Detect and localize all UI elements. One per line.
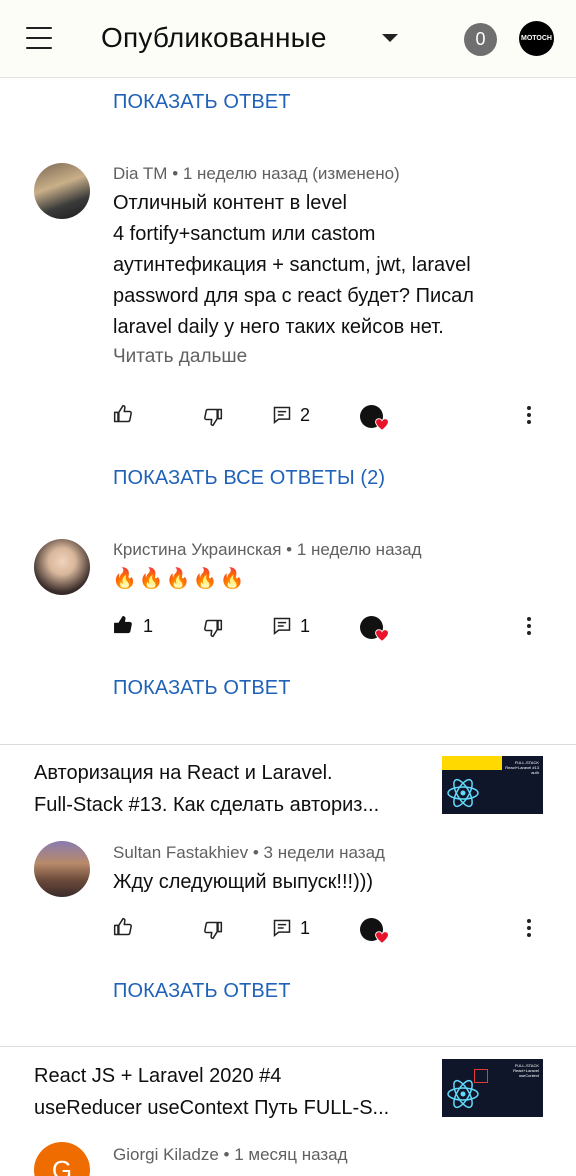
comment-author-meta: Sultan Fastakhiev • 3 недели назад [113,843,385,862]
video-thumbnail[interactable]: FULL-STACK React+Laravel useContext [442,1059,543,1117]
thumbnail-text: FULL-STACK React+Laravel #13 auth [505,760,539,775]
thumbnail-banner [442,756,502,770]
show-reply-link[interactable]: ПОКАЗАТЬ ОТВЕТ [113,677,291,700]
comment-text: Отличный контент в level 4 fortify+sanct… [113,188,533,343]
reply-count: 1 [300,918,311,938]
comment-author-meta: Giorgi Kiladze • 1 месяц назад [113,1145,348,1164]
avatar[interactable] [34,841,90,897]
comment-line: Отличный контент в level [113,192,347,214]
thumbnail-text: FULL-STACK React+Laravel useContext [513,1063,539,1078]
video-title[interactable]: React JS + Laravel 2020 #4 useReducer us… [34,1060,424,1124]
thumbs-up-filled-icon[interactable] [113,615,133,635]
more-icon[interactable] [527,617,531,638]
heart-icon [375,629,389,642]
reply-icon[interactable] [272,918,292,938]
top-app-bar: Опубликованные 0 MOTOCH [0,0,576,78]
like-count: 1 [143,616,154,636]
comment-author-meta: Кристина Украинская • 1 неделю назад [113,540,422,559]
comment-line: laravel daily у него таких кейсов нет. [113,316,444,338]
thumbs-up-icon[interactable] [113,404,133,424]
page-title: Опубликованные [101,22,327,53]
heart-icon [375,418,389,431]
comment-line: 4 fortify+sanctum или castom [113,223,376,245]
video-title-line: Авторизация на React и Laravel. [34,762,333,784]
comment-line: аутинтефикация + sanctum, jwt, laravel [113,254,471,276]
reply-count: 2 [300,405,311,425]
more-icon[interactable] [527,406,531,427]
video-thumbnail[interactable]: FULL-STACK React+Laravel #13 auth [442,756,543,814]
reply-icon[interactable] [272,405,292,425]
channel-avatar[interactable]: MOTOCH [519,21,554,56]
comment-text: 🔥🔥🔥🔥🔥 [112,568,247,590]
avatar[interactable] [34,539,90,595]
thumbs-up-icon[interactable] [113,917,133,937]
heart-icon [375,931,389,944]
reply-icon[interactable] [272,616,292,636]
divider [0,744,576,745]
dropdown-icon[interactable] [382,34,398,42]
menu-icon[interactable] [26,27,52,49]
more-icon[interactable] [527,919,531,940]
video-title-line: useReducer useContext Путь FULL-S... [34,1097,390,1119]
show-reply-link[interactable]: ПОКАЗАТЬ ОТВЕТ [113,91,291,114]
video-title-line: Full-Stack #13. Как сделать авториз... [34,794,380,816]
thumbs-down-icon[interactable] [203,920,223,940]
notification-badge[interactable]: 0 [464,23,497,56]
show-reply-link[interactable]: ПОКАЗАТЬ ОТВЕТ [113,980,291,1003]
reply-count: 1 [300,616,311,636]
read-more-link[interactable]: Читать дальше [113,346,247,368]
comment-author-meta: Dia TM • 1 неделю назад (изменено) [113,164,400,183]
avatar[interactable] [34,163,90,219]
divider [0,1046,576,1047]
show-all-replies-link[interactable]: ПОКАЗАТЬ ВСЕ ОТВЕТЫ (2) [113,467,385,490]
avatar[interactable]: G [34,1142,90,1176]
react-logo-icon [447,778,479,808]
video-title-line: React JS + Laravel 2020 #4 [34,1065,282,1087]
cube-icon [474,1069,488,1083]
comment-line: password для spa с react будет? Писал [113,285,474,307]
video-title[interactable]: Авторизация на React и Laravel. Full-Sta… [34,757,424,821]
thumbs-down-icon[interactable] [203,407,223,427]
comment-text: Жду следующий выпуск!!!))) [113,871,374,893]
thumbs-down-icon[interactable] [203,618,223,638]
